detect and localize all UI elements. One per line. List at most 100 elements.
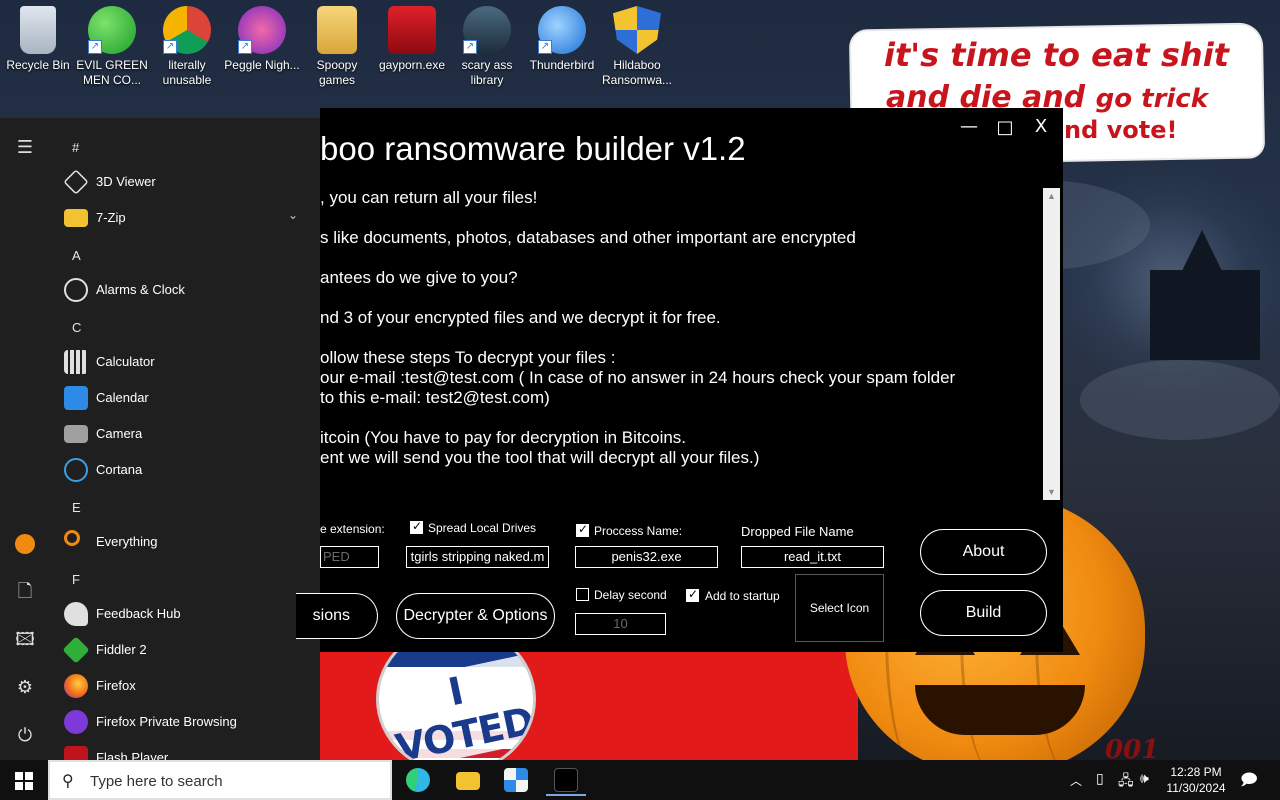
start-menu: ☰ 🗋 🖾 ⚙ ⏻ # 3D Viewer 7-Zip ⌄ A Alarms &…: [0, 118, 320, 760]
app-camera[interactable]: Camera: [58, 416, 308, 452]
chevron-down-icon[interactable]: ⌄: [288, 208, 298, 222]
close-button[interactable]: X: [1026, 116, 1056, 137]
message-line: antees do we give to you?: [320, 268, 518, 287]
pictures-icon[interactable]: 🖾: [13, 628, 37, 652]
show-hidden-icons[interactable]: ︿: [1070, 772, 1082, 800]
delay-second-checkbox[interactable]: [576, 588, 589, 601]
taskbar-search-box[interactable]: ⚲ Type here to search: [48, 760, 392, 800]
scroll-thumb[interactable]: [1045, 206, 1058, 482]
spread-local-drives-checkbox[interactable]: [410, 519, 423, 534]
device-icon[interactable]: ▯: [1096, 770, 1104, 800]
section-letter[interactable]: E: [72, 500, 81, 515]
volume-icon[interactable]: 🕪: [1140, 770, 1149, 800]
desktop-icon-hildaboo-ransomware[interactable]: Hildaboo Ransomwa...: [599, 6, 675, 88]
desktop-icon-recycle-bin[interactable]: Recycle Bin: [0, 6, 76, 73]
recycle-bin-icon: [20, 6, 56, 54]
desktop-icon-literally-unusable[interactable]: ↗ literally unusable: [149, 6, 225, 88]
desktop-icon-label: scary ass library: [461, 58, 513, 87]
user-avatar-icon[interactable]: [13, 532, 37, 556]
extensions-button[interactable]: sions: [296, 593, 378, 639]
fiddler-icon: [62, 636, 90, 664]
taskbar-edge[interactable]: [398, 764, 438, 796]
delay-second-input[interactable]: 10: [575, 613, 666, 635]
app-label: Calculator: [96, 354, 155, 369]
hamburger-menu-icon[interactable]: ☰: [13, 136, 37, 160]
desktop-icon-evil-green-men[interactable]: ↗ EVIL GREEN MEN CO...: [74, 6, 150, 88]
calendar-icon: [64, 386, 88, 410]
desktop-icon-label: Peggle Nigh...: [224, 58, 300, 72]
desktop-icon-peggle[interactable]: ↗ Peggle Nigh...: [224, 6, 300, 73]
app-label: 3D Viewer: [96, 174, 156, 189]
taskbar-store[interactable]: [496, 764, 536, 796]
section-letter[interactable]: A: [72, 248, 81, 263]
desktop-icon-label: Spoopy games: [316, 58, 358, 87]
section-letter[interactable]: C: [72, 320, 81, 335]
documents-icon[interactable]: 🗋: [13, 580, 37, 604]
desktop-icon-gayporn-exe[interactable]: gayporn.exe: [374, 6, 450, 73]
extension-input[interactable]: PED: [320, 546, 379, 568]
start-button[interactable]: [0, 760, 48, 800]
taskbar-builder-app[interactable]: [546, 764, 586, 796]
note-line-2b: go trick: [1095, 84, 1209, 114]
app-flash-player[interactable]: Flash Player: [58, 740, 308, 760]
maximize-button[interactable]: □: [990, 117, 1020, 138]
message-scrollbar[interactable]: ▲ ▼: [1043, 188, 1060, 500]
about-button[interactable]: About: [920, 529, 1047, 575]
notifications-icon[interactable]: 🗩: [1240, 769, 1258, 800]
app-label: Everything: [96, 534, 158, 549]
app-7-zip[interactable]: 7-Zip ⌄: [58, 200, 308, 236]
add-to-startup-checkbox[interactable]: [686, 587, 699, 602]
decrypter-options-button[interactable]: Decrypter & Options: [396, 593, 555, 639]
scroll-down-icon[interactable]: ▼: [1043, 484, 1060, 500]
app-firefox-private[interactable]: Firefox Private Browsing: [58, 704, 308, 740]
app-cortana[interactable]: Cortana: [58, 452, 308, 488]
flash-icon: [388, 6, 436, 54]
dropped-file-name-input[interactable]: read_it.txt: [741, 546, 884, 568]
app-fiddler-2[interactable]: Fiddler 2: [58, 632, 308, 668]
app-alarms-clock[interactable]: Alarms & Clock: [58, 272, 308, 308]
message-line: to this e-mail: test2@test.com): [320, 388, 550, 407]
camera-icon: [64, 425, 88, 443]
app-calendar[interactable]: Calendar: [58, 380, 308, 416]
settings-icon[interactable]: ⚙: [13, 676, 37, 700]
minimize-button[interactable]: —: [954, 116, 984, 137]
app-3d-viewer[interactable]: 3D Viewer: [58, 164, 308, 200]
extension-label: e extension:: [320, 522, 385, 536]
folder-icon: [64, 209, 88, 227]
taskbar-clock[interactable]: 12:28 PM 11/30/2024: [1158, 764, 1234, 796]
desktop-icon-label: EVIL GREEN MEN CO...: [76, 58, 148, 87]
process-name-input[interactable]: penis32.exe: [575, 546, 718, 568]
ransom-message-textarea[interactable]: , you can return all your files! s like …: [320, 186, 1040, 498]
taskbar-file-explorer[interactable]: [448, 764, 488, 796]
app-label: Cortana: [96, 462, 143, 477]
section-letter[interactable]: F: [72, 572, 80, 587]
taskbar: ⚲ Type here to search ︿ ▯ 🖧 🕪 12:28 PM 1…: [0, 760, 1280, 800]
power-icon[interactable]: ⏻: [13, 724, 37, 748]
app-feedback-hub[interactable]: Feedback Hub: [58, 596, 308, 632]
desktop-icon-thunderbird[interactable]: ↗ Thunderbird: [524, 6, 600, 73]
file-explorer-icon: [456, 772, 480, 790]
app-firefox[interactable]: Firefox: [58, 668, 308, 704]
build-button[interactable]: Build: [920, 590, 1047, 636]
desktop-icon-spoopy-games[interactable]: Spoopy games: [299, 6, 375, 88]
spread-local-drives-label: Spread Local Drives: [428, 521, 537, 535]
calculator-icon: [64, 350, 88, 374]
window-title: boo ransomware builder v1.2: [320, 130, 746, 167]
desktop-icon-label: Recycle Bin: [6, 58, 70, 72]
chrome-icon: ↗: [163, 6, 211, 54]
app-everything[interactable]: Everything: [58, 524, 308, 560]
app-calculator[interactable]: Calculator: [58, 344, 308, 380]
edge-icon: [406, 768, 430, 792]
spread-input[interactable]: tgirls stripping naked.m: [406, 546, 549, 568]
select-icon-button[interactable]: Select Icon: [795, 574, 884, 642]
message-line: ent we will send you the tool that will …: [320, 448, 760, 467]
section-letter[interactable]: #: [72, 140, 79, 155]
library-icon: ↗: [463, 6, 511, 54]
process-name-checkbox[interactable]: [576, 522, 589, 537]
app-label: 7-Zip: [96, 210, 126, 225]
process-name-label: Proccess Name:: [594, 524, 683, 538]
desktop-icon-scary-ass-library[interactable]: ↗ scary ass library: [449, 6, 525, 88]
scroll-up-icon[interactable]: ▲: [1043, 188, 1060, 204]
church-steeple: [1180, 230, 1224, 275]
network-icon[interactable]: 🖧: [1118, 770, 1134, 800]
